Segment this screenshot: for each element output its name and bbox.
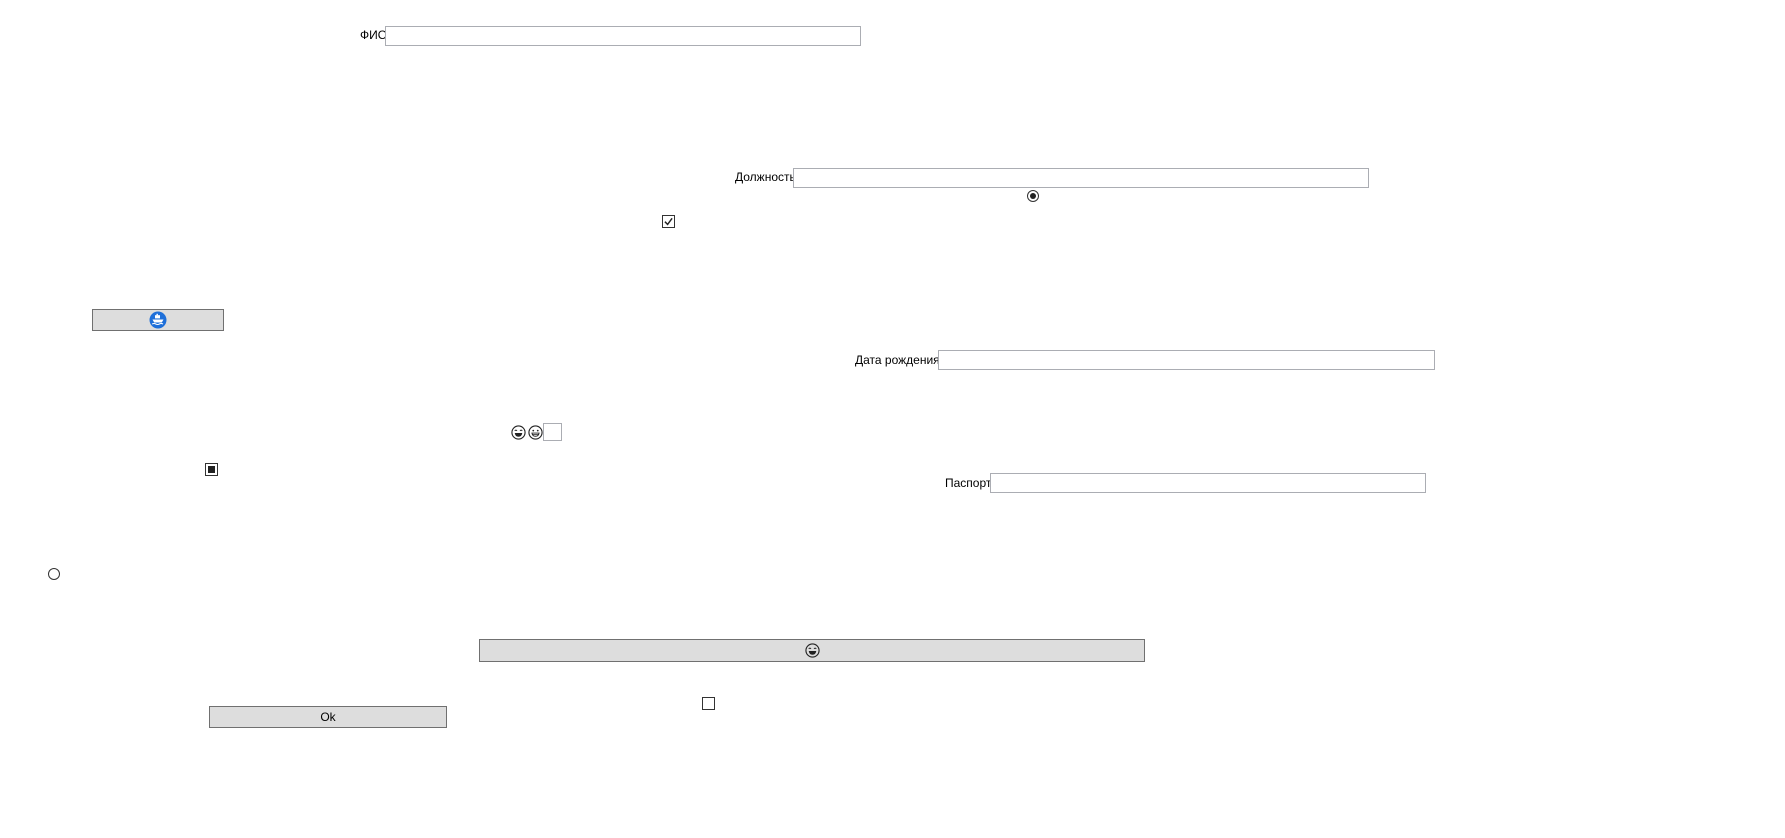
checkbox-unchecked[interactable] bbox=[702, 697, 715, 710]
radio-dot bbox=[1030, 193, 1036, 199]
radio-button-checked[interactable] bbox=[1027, 190, 1039, 202]
checkbox-checked[interactable] bbox=[662, 215, 675, 228]
emoji-laughing-icon bbox=[804, 643, 820, 658]
ship-badge-icon bbox=[149, 311, 167, 329]
position-label: Должность bbox=[735, 170, 796, 184]
radio-button-unchecked[interactable] bbox=[48, 568, 60, 580]
grinning-face-icon bbox=[528, 425, 543, 440]
passport-input[interactable] bbox=[990, 473, 1426, 493]
ok-button[interactable]: Ok bbox=[209, 706, 447, 728]
fio-input[interactable] bbox=[385, 26, 861, 46]
emoji-wide-button[interactable] bbox=[479, 639, 1145, 662]
position-input[interactable] bbox=[793, 168, 1369, 188]
fio-label: ФИО bbox=[360, 28, 388, 42]
birthdate-input[interactable] bbox=[938, 350, 1435, 370]
passport-label: Паспорт bbox=[945, 476, 992, 490]
checkbox-indeterminate[interactable] bbox=[205, 463, 218, 476]
small-input[interactable] bbox=[543, 423, 562, 441]
checkmark-icon bbox=[664, 217, 673, 226]
ship-icon-button[interactable] bbox=[92, 309, 224, 331]
laughing-face-icon bbox=[511, 425, 526, 440]
indeterminate-mark bbox=[208, 466, 215, 473]
birthdate-label: Дата рождения bbox=[855, 353, 940, 367]
